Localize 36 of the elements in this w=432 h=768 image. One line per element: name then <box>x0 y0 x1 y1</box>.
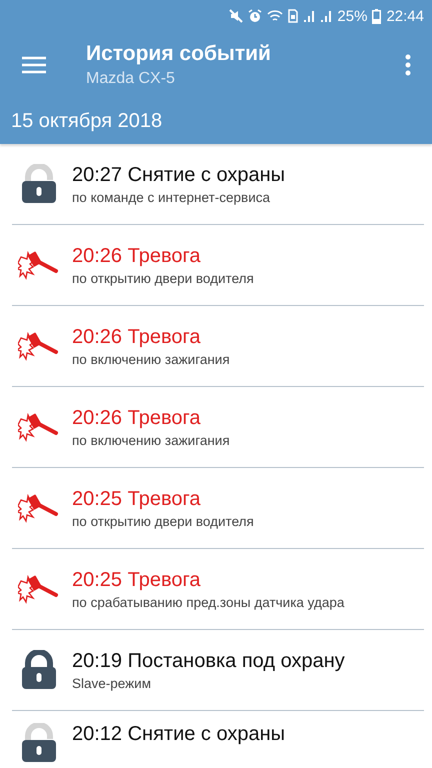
event-title: 20:26 Тревога <box>72 326 202 348</box>
signal-icon <box>320 10 332 22</box>
battery-icon <box>372 8 382 24</box>
event-detail: по открытию двери водителя <box>72 270 254 286</box>
sim-card-icon <box>288 9 298 23</box>
event-title: 20:25 Тревога <box>72 488 202 510</box>
signal-icon <box>303 10 316 22</box>
alarm-clock-icon <box>248 9 262 23</box>
hammer-strike-icon <box>18 249 60 281</box>
mute-icon <box>229 9 244 23</box>
event-title: 20:19 Постановка под охрану <box>72 650 345 672</box>
closed-padlock-icon <box>19 650 59 690</box>
hammer-strike-icon <box>18 330 60 362</box>
event-detail: Slave-режим <box>72 676 152 690</box>
menu-icon <box>22 56 46 74</box>
battery-percent: 25% <box>337 8 368 24</box>
event-detail: по открытию двери водителя <box>72 514 254 528</box>
hammer-strike-icon <box>18 573 60 605</box>
event-title: 20:27 Снятие с охраны <box>72 164 286 186</box>
event-detail: по срабатыванию пред.зоны датчика удара <box>72 594 344 610</box>
screen-subtitle: Mazda CX-5 <box>86 70 176 88</box>
event-title: 20:25 Тревога <box>72 568 202 592</box>
event-detail: по включению зажигания <box>72 352 230 366</box>
event-title: 20:26 Тревога <box>72 406 202 430</box>
hammer-strike-icon <box>18 411 60 443</box>
event-title: 20:12 Снятие с охраны <box>72 723 286 746</box>
wifi-icon <box>267 9 284 23</box>
hammer-strike-icon <box>18 492 60 524</box>
more-options-icon <box>405 54 411 76</box>
event-detail: по включению зажигания <box>72 432 230 448</box>
clock-time: 22:44 <box>386 8 424 24</box>
screen-title: История событий <box>86 42 272 66</box>
open-padlock-icon <box>19 164 59 204</box>
event-detail: по команде с интернет-сервиса <box>72 190 271 204</box>
date-header: 15 октября 2018 <box>0 98 432 144</box>
event-title: 20:26 Тревога <box>72 244 202 268</box>
